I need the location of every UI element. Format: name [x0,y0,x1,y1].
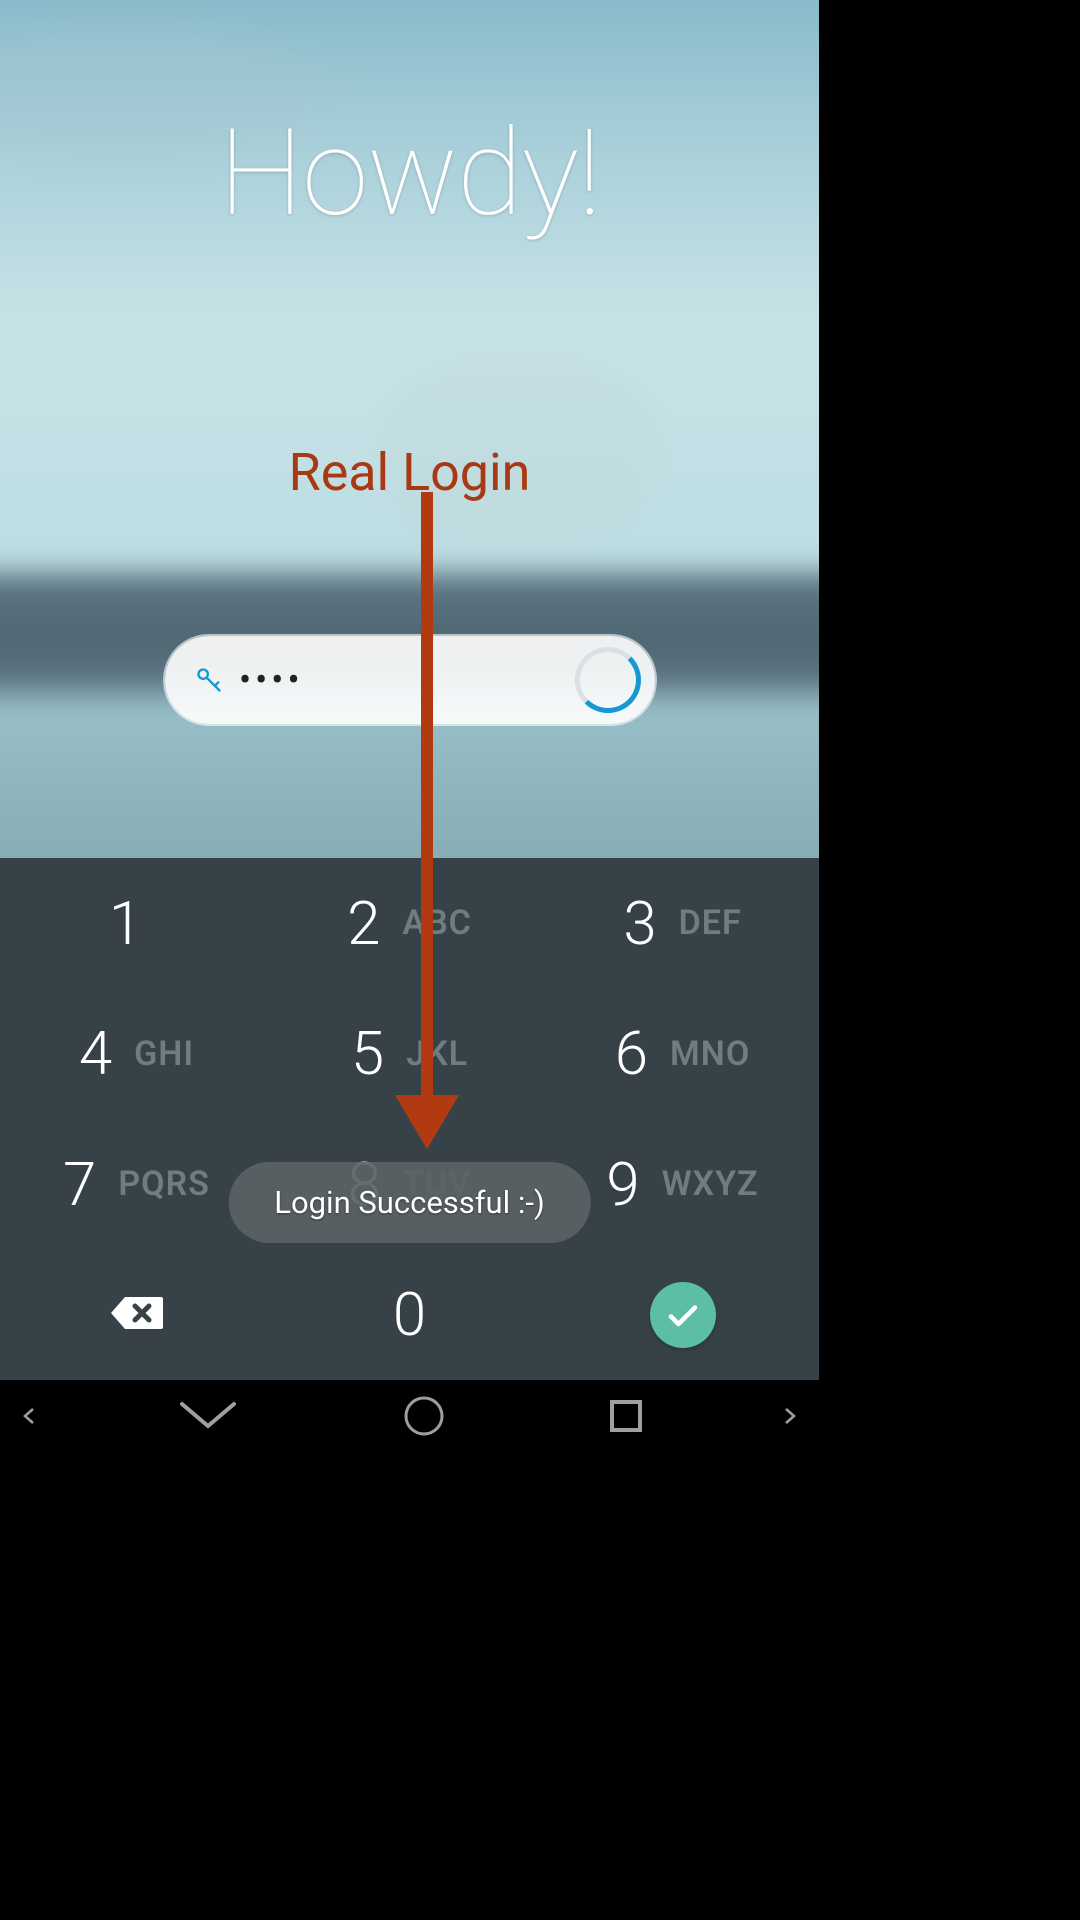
backspace-button[interactable] [0,1250,273,1381]
digit-label: 3 [623,888,656,959]
letters-label: DEF [679,903,742,943]
confirm-button[interactable] [546,1250,819,1381]
loading-spinner [575,647,641,713]
numeric-keypad: 1 2 ABC 3 DEF 4 GHI 5 JKL 6 MNO 7 PQRS 8 [0,858,819,1380]
letters-label: MNO [670,1034,750,1074]
key-icon [195,666,223,694]
letters-label: WXYZ [662,1164,759,1204]
pin-value: •••• [239,662,304,698]
letters-label: ABC [402,903,472,943]
nav-next-button[interactable] [777,1404,801,1432]
backspace-icon [109,1293,165,1337]
digit-label: 4 [79,1018,112,1089]
nav-prev-button[interactable] [18,1404,42,1432]
status-toast: Login Successful :-) [228,1162,590,1243]
key-2[interactable]: 2 ABC [273,858,546,989]
digit-label: 5 [351,1018,384,1089]
pin-input[interactable]: •••• [165,636,655,724]
nav-home-button[interactable] [402,1394,446,1442]
digit-label: 2 [347,888,380,959]
letters-label: GHI [134,1034,194,1074]
key-4[interactable]: 4 GHI [0,989,273,1120]
key-0[interactable]: 0 [273,1250,546,1381]
digit-label: 6 [615,1018,648,1089]
wallpaper-area: Howdy! Real Login •••• [0,0,819,858]
letters-label: PQRS [118,1164,210,1204]
key-6[interactable]: 6 MNO [546,989,819,1120]
key-5[interactable]: 5 JKL [273,989,546,1120]
digit-label: 9 [606,1149,639,1220]
nav-back-button[interactable] [174,1396,242,1440]
key-9[interactable]: 9 WXYZ [546,1119,819,1250]
lock-screen: Howdy! Real Login •••• 1 2 ABC 3 DEF [0,0,819,1456]
digit-label: 7 [63,1149,96,1220]
key-1[interactable]: 1 [0,858,273,989]
checkmark-icon [650,1282,716,1348]
letters-label: JKL [406,1034,468,1074]
greeting-title: Howdy! [0,104,819,244]
nav-recents-button[interactable] [606,1396,646,1440]
key-3[interactable]: 3 DEF [546,858,819,989]
system-nav-bar [0,1380,819,1456]
login-label: Real Login [0,442,819,503]
digit-label: 0 [393,1279,426,1350]
digit-label: 1 [109,888,142,959]
